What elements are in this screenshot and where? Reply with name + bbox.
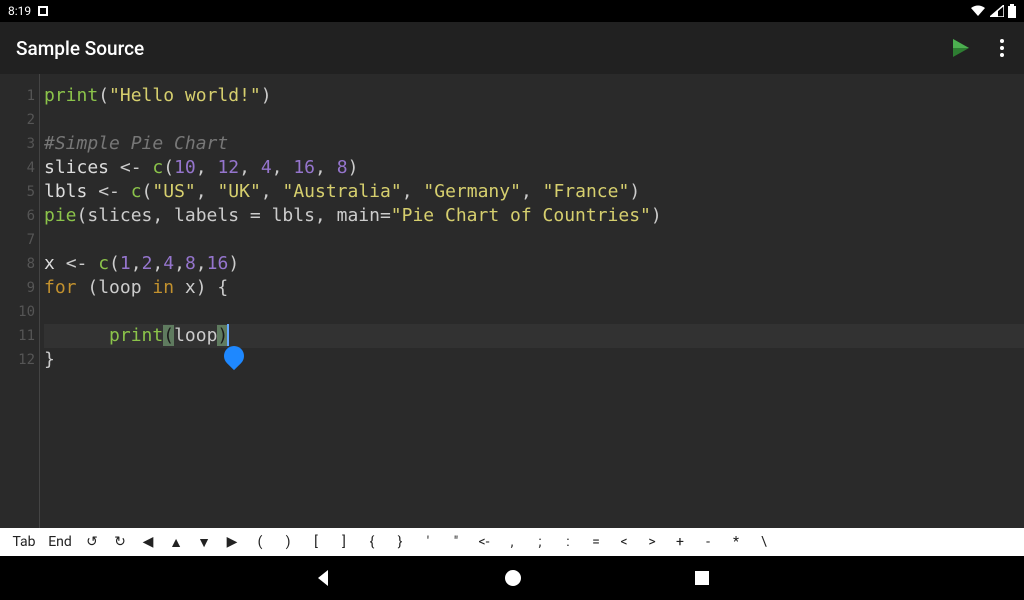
wifi-icon xyxy=(970,5,986,17)
line-number: 11 xyxy=(0,324,37,348)
line-number: 1 xyxy=(0,84,37,108)
sym-key[interactable]: Tab xyxy=(6,534,42,550)
sym-key[interactable]: ▼ xyxy=(190,534,218,551)
symbol-keyboard-strip: TabEnd↺↻◀▲▼▶()[]{}'"<-,;:=<>+-*\ xyxy=(0,528,1024,556)
sym-key[interactable]: ↺ xyxy=(78,534,106,550)
line-number: 4 xyxy=(0,156,37,180)
status-time: 8:19 xyxy=(8,4,31,18)
sym-key[interactable]: \ xyxy=(750,534,778,550)
sym-key[interactable]: ' xyxy=(414,534,442,550)
code-line[interactable]: #Simple Pie Chart xyxy=(44,132,1024,156)
android-status-bar: 8:19 xyxy=(0,0,1024,22)
code-line[interactable]: } xyxy=(44,348,1024,372)
line-number: 12 xyxy=(0,348,37,372)
nav-recents-button[interactable] xyxy=(693,569,711,587)
sym-key[interactable]: " xyxy=(442,534,470,550)
code-line[interactable]: slices <- c(10, 12, 4, 16, 8) xyxy=(44,156,1024,180)
code-line[interactable]: for (loop in x) { xyxy=(44,276,1024,300)
sym-key[interactable]: End xyxy=(42,534,78,550)
signal-icon xyxy=(990,5,1004,17)
nav-home-button[interactable] xyxy=(503,568,523,588)
line-number: 9 xyxy=(0,276,37,300)
sym-key[interactable]: ▶ xyxy=(218,534,246,550)
sym-key[interactable]: > xyxy=(638,534,666,550)
code-line[interactable]: print("Hello world!") xyxy=(44,84,1024,108)
sym-key[interactable]: - xyxy=(694,534,722,550)
code-line[interactable] xyxy=(44,228,1024,252)
overflow-menu-button[interactable] xyxy=(996,35,1008,61)
code-editor[interactable]: 123456789101112 print("Hello world!")#Si… xyxy=(0,74,1024,528)
code-line[interactable]: pie(slices, labels = lbls, main="Pie Cha… xyxy=(44,204,1024,228)
sym-key[interactable]: : xyxy=(554,534,582,550)
sym-key[interactable]: ] xyxy=(330,534,358,550)
line-number: 6 xyxy=(0,204,37,228)
sym-key[interactable]: + xyxy=(666,534,694,550)
sym-key[interactable]: ◀ xyxy=(134,534,162,550)
sym-key[interactable]: ( xyxy=(246,534,274,550)
code-area[interactable]: print("Hello world!") #Simple Pie Chartsl… xyxy=(40,74,1024,528)
line-number: 7 xyxy=(0,228,37,252)
sym-key[interactable]: [ xyxy=(302,534,330,550)
status-app-icon xyxy=(37,5,49,17)
sym-key[interactable]: < xyxy=(610,534,638,550)
sym-key[interactable]: } xyxy=(386,534,414,550)
line-number-gutter: 123456789101112 xyxy=(0,74,40,528)
line-number: 5 xyxy=(0,180,37,204)
battery-icon xyxy=(1008,4,1016,18)
code-line[interactable]: lbls <- c("US", "UK", "Australia", "Germ… xyxy=(44,180,1024,204)
run-button[interactable] xyxy=(950,37,972,59)
sym-key[interactable]: ) xyxy=(274,534,302,550)
sym-key[interactable]: = xyxy=(582,534,610,550)
code-line[interactable]: x <- c(1,2,4,8,16) xyxy=(44,252,1024,276)
sym-key[interactable]: * xyxy=(722,534,750,550)
app-title: Sample Source xyxy=(16,37,144,60)
line-number: 8 xyxy=(0,252,37,276)
text-caret xyxy=(227,324,229,346)
code-line[interactable] xyxy=(44,300,1024,324)
sym-key[interactable]: , xyxy=(498,534,526,550)
line-number: 3 xyxy=(0,132,37,156)
app-bar: Sample Source xyxy=(0,22,1024,74)
sym-key[interactable]: ; xyxy=(526,534,554,550)
line-number: 10 xyxy=(0,300,37,324)
code-line[interactable] xyxy=(44,108,1024,132)
line-number: 2 xyxy=(0,108,37,132)
code-line[interactable]: print(loop) xyxy=(44,324,1024,348)
sym-key[interactable]: <- xyxy=(470,534,498,550)
sym-key[interactable]: ↻ xyxy=(106,534,134,550)
sym-key[interactable]: ▲ xyxy=(162,534,190,551)
android-nav-bar xyxy=(0,556,1024,600)
sym-key[interactable]: { xyxy=(358,534,386,550)
nav-back-button[interactable] xyxy=(313,568,333,588)
